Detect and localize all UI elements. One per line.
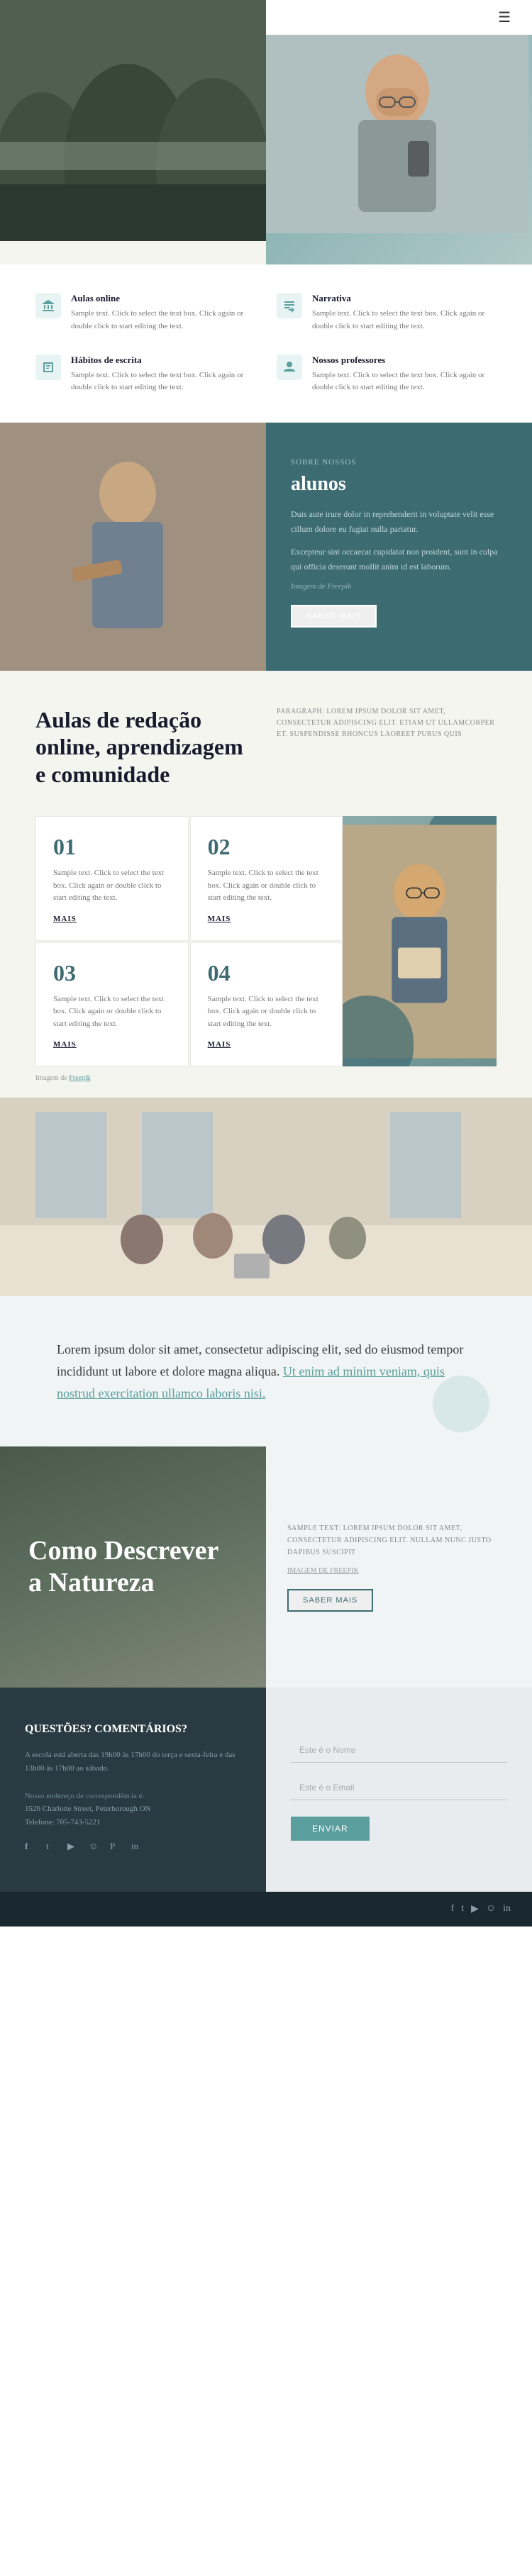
about-content: Sobre nossos alunos Duis aute irure dolo… [266, 423, 532, 671]
cards-layout: 01 Sample text. Click to select the text… [35, 816, 497, 1067]
footer: f t ▶ ☺ in [0, 1892, 532, 1927]
about-image [0, 423, 266, 671]
social-youtube-icon[interactable]: ▶ [67, 1841, 83, 1856]
footer-twitter-icon[interactable]: t [461, 1903, 464, 1915]
feature-item-1: Aulas online Sample text. Click to selec… [35, 293, 255, 333]
feature-item-2: Narrativa Sample text. Click to select t… [277, 293, 497, 333]
feature-content-4: Nossos professores Sample text. Click to… [312, 355, 497, 394]
nature-cta-button[interactable]: SABER MAIS [287, 1589, 373, 1612]
contact-submit-button[interactable]: ENVIAR [291, 1817, 370, 1841]
footer-facebook-icon[interactable]: f [450, 1903, 454, 1915]
freepik-reference: Imagem de Freepik [0, 1066, 532, 1098]
headline-grid: Aulas de redação online, aprendizagem e … [35, 706, 497, 788]
nature-section: Como Descrever a Natureza SAMPLE TEXT: L… [0, 1446, 532, 1688]
headline-title: Aulas de redação online, aprendizagem e … [35, 706, 255, 788]
feature-icon-4 [277, 355, 302, 380]
contact-email-input[interactable] [291, 1775, 507, 1800]
contact-address: Nosso endereço de correspondência é: 152… [25, 1790, 241, 1829]
features-section: Aulas online Sample text. Click to selec… [0, 264, 532, 422]
card-3-link[interactable]: MAIS [53, 1040, 171, 1049]
footer-youtube-icon[interactable]: ▶ [471, 1903, 479, 1915]
social-pinterest-icon[interactable]: P [110, 1841, 126, 1856]
hamburger-icon[interactable]: ☰ [498, 9, 511, 26]
headline-section: Aulas de redação online, aprendizagem e … [0, 671, 532, 802]
cards-image [343, 816, 497, 1067]
social-linkedin-icon[interactable]: in [131, 1841, 147, 1856]
card-2: 02 Sample text. Click to select the text… [190, 816, 343, 941]
nature-right: SAMPLE TEXT: LOREM IPSUM DOLOR SIT AMET,… [266, 1446, 532, 1688]
headline-paragraph: PARAGRAPH: LOREM IPSUM DOLOR SIT AMET, C… [277, 706, 497, 740]
about-section: Sobre nossos alunos Duis aute irure dolo… [0, 423, 532, 671]
quote-blob-decoration [433, 1376, 489, 1432]
cards-left: 01 Sample text. Click to select the text… [35, 816, 343, 1067]
card-3: 03 Sample text. Click to select the text… [35, 942, 189, 1067]
feature-content-1: Aulas online Sample text. Click to selec… [71, 293, 255, 333]
feature-item-4: Nossos professores Sample text. Click to… [277, 355, 497, 394]
nature-image-ref: IMAGEM DE FREEPIK [287, 1567, 511, 1575]
nature-left: Como Descrever a Natureza [0, 1446, 266, 1688]
about-cta-button[interactable]: Saber mais [291, 605, 377, 628]
social-twitter-icon[interactable]: t [46, 1841, 62, 1856]
feature-item-3: Hábitos de escrita Sample text. Click to… [35, 355, 255, 394]
hero-image [266, 35, 532, 264]
feature-icon-3 [35, 355, 61, 380]
card-1: 01 Sample text. Click to select the text… [35, 816, 189, 941]
social-icons-bar: f t ▶ ☺ P in [25, 1841, 241, 1856]
feature-icon-1 [35, 293, 61, 318]
footer-linkedin-icon[interactable]: in [503, 1903, 511, 1915]
contact-section: QUESTÕES? COMENTÁRIOS? A escola está abe… [0, 1688, 532, 1891]
nature-title-container: Como Descrever a Natureza [28, 1535, 238, 1600]
freepik-link[interactable]: Freepik [69, 1074, 91, 1082]
cards-section: 01 Sample text. Click to select the text… [0, 802, 532, 1067]
social-facebook-icon[interactable]: f [25, 1841, 40, 1856]
card-4: 04 Sample text. Click to select the text… [190, 942, 343, 1067]
footer-social-icons: f t ▶ ☺ in [450, 1903, 511, 1915]
card-2-link[interactable]: MAIS [208, 915, 326, 923]
feature-content-2: Narrativa Sample text. Click to select t… [312, 293, 497, 333]
contact-name-input[interactable] [291, 1738, 507, 1763]
hero-photo [266, 35, 532, 264]
card-4-link[interactable]: MAIS [208, 1040, 326, 1049]
social-instagram-icon[interactable]: ☺ [89, 1841, 104, 1856]
quote-section: Lorem ipsum dolor sit amet, consectetur … [0, 1296, 532, 1446]
quote-text: Lorem ipsum dolor sit amet, consectetur … [57, 1339, 475, 1404]
card-1-link[interactable]: MAIS [53, 915, 171, 923]
nature-title: Como Descrever a Natureza [28, 1535, 238, 1600]
contact-info: QUESTÕES? COMENTÁRIOS? A escola está abe… [0, 1688, 266, 1891]
feature-icon-2 [277, 293, 302, 318]
contact-form: ENVIAR [266, 1688, 532, 1891]
footer-instagram-icon[interactable]: ☺ [486, 1903, 496, 1915]
feature-content-3: Hábitos de escrita Sample text. Click to… [71, 355, 255, 394]
team-photo-section [0, 1098, 532, 1296]
